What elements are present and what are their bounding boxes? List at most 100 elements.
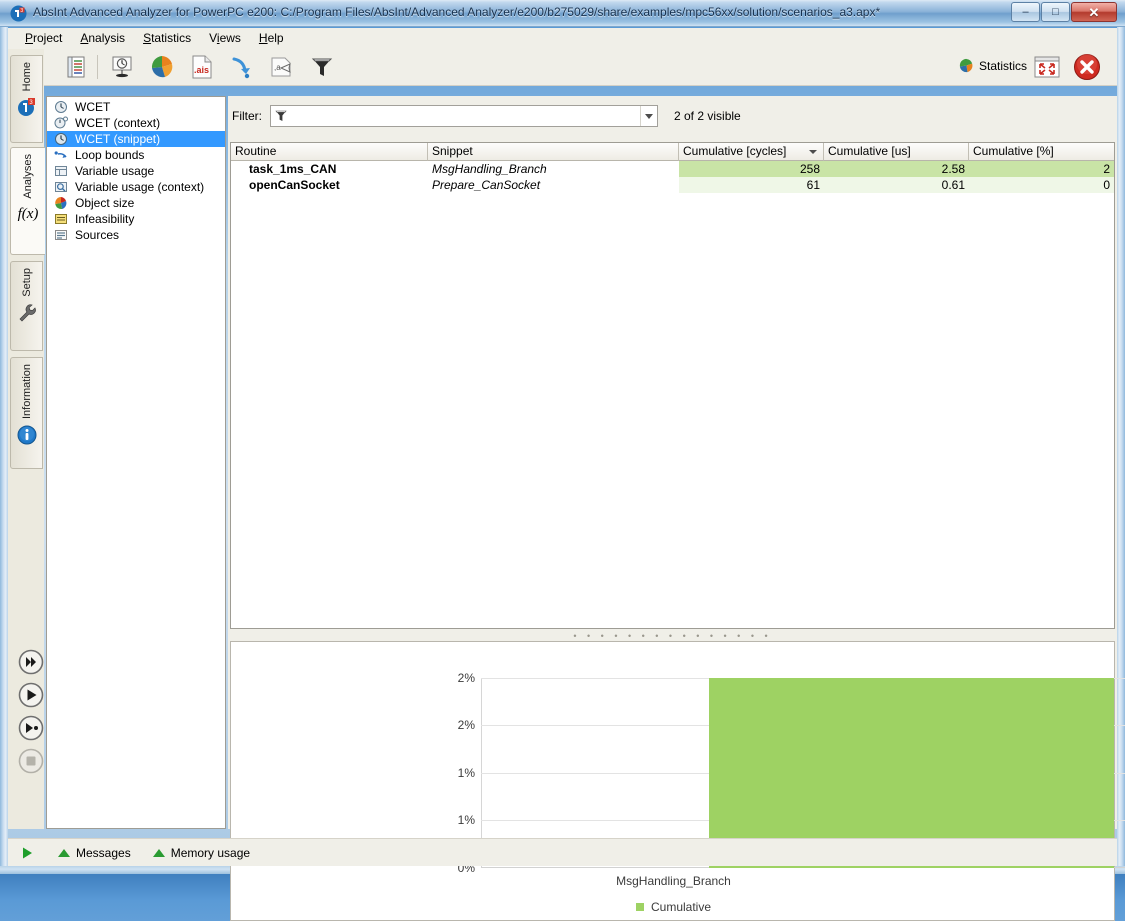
filter-input[interactable] xyxy=(291,107,640,125)
menu-analysis[interactable]: Analysis xyxy=(71,29,134,47)
cell-cumulative-us: 0.61 xyxy=(824,177,969,193)
main-content: Filter: 2 of 2 visible Routine Snippet C… xyxy=(228,96,1125,921)
window-frame-left xyxy=(0,0,8,874)
menu-project[interactable]: Project xyxy=(16,29,71,47)
visible-count-label: 2 of 2 visible xyxy=(674,109,741,123)
cell-cumulative-pct: 2 xyxy=(969,161,1114,177)
sidebar-item-infeasibility-label: Infeasibility xyxy=(75,212,135,226)
sidebar-item-variable-usage-context[interactable]: Variable usage (context) xyxy=(47,179,225,195)
column-header-cumulative-cycles[interactable]: Cumulative [cycles] xyxy=(679,143,824,161)
status-messages[interactable]: Messages xyxy=(58,846,131,860)
annotation-icon[interactable]: ,a xyxy=(266,51,298,83)
svg-text:,a: ,a xyxy=(274,63,281,72)
report-icon[interactable] xyxy=(60,51,92,83)
chart-legend: Cumulative xyxy=(231,900,1116,914)
filter-funnel-icon[interactable] xyxy=(306,51,338,83)
funnel-icon xyxy=(271,109,291,123)
window-controls: – □ ✕ xyxy=(1010,2,1117,22)
object-size-icon[interactable] xyxy=(146,51,178,83)
variable-usage-icon xyxy=(53,163,69,179)
column-header-cumulative-us[interactable]: Cumulative [us] xyxy=(824,143,969,161)
menu-views[interactable]: Views xyxy=(200,29,250,47)
chevron-down-icon[interactable] xyxy=(640,106,657,126)
menu-help[interactable]: Help xyxy=(250,29,293,47)
sidebar-tab-analyses[interactable]: Analyses f(x) xyxy=(10,147,45,255)
cell-routine: task_1ms_CAN xyxy=(249,162,337,176)
triangle-up-icon xyxy=(152,848,165,857)
clock-context-icon xyxy=(53,115,69,131)
toolbar: .ais ,a Statistics xyxy=(8,48,1117,86)
cell-cumulative-cycles: 258 xyxy=(679,161,824,177)
close-red-icon[interactable] xyxy=(1073,53,1101,81)
chart-ytick-label: 2% xyxy=(457,718,475,732)
status-bar: Messages Memory usage xyxy=(8,838,1117,866)
menu-help-label: elp xyxy=(267,31,284,45)
clock-icon xyxy=(53,99,69,115)
menu-statistics[interactable]: Statistics xyxy=(134,29,200,47)
run-green-icon[interactable] xyxy=(20,846,34,860)
application-window: 3 AbsInt Advanced Analyzer for PowerPC e… xyxy=(0,0,1125,921)
object-size-icon xyxy=(53,195,69,211)
column-header-cumulative-us-label: Cumulative [us] xyxy=(828,144,911,158)
chart-xtick-label: MsgHandling_Branch xyxy=(616,874,731,888)
ais-file-icon[interactable]: .ais xyxy=(186,51,218,83)
column-header-routine[interactable]: Routine xyxy=(231,143,428,161)
timing-analysis-icon[interactable] xyxy=(106,51,138,83)
menu-analysis-label: nalysis xyxy=(88,31,126,45)
sidebar-tab-setup-label: Setup xyxy=(20,268,33,297)
column-header-cumulative-pct[interactable]: Cumulative [%] xyxy=(969,143,1114,161)
statistics-toolbar-item[interactable]: Statistics xyxy=(959,58,1027,73)
sidebar-item-sources[interactable]: Sources xyxy=(47,227,225,243)
legend-label-cumulative: Cumulative xyxy=(650,900,712,914)
toolbar-separator xyxy=(97,55,98,79)
sidebar-tab-setup[interactable]: Setup xyxy=(10,261,43,351)
svg-text:.ais: .ais xyxy=(194,65,209,75)
filter-label: Filter: xyxy=(232,109,262,123)
absint-logo-icon: 3 xyxy=(10,5,27,22)
chart-ytick-label: 1% xyxy=(457,766,475,780)
svg-text:3: 3 xyxy=(20,8,23,14)
table-row[interactable]: openCanSocket Prepare_CanSocket 61 0.61 … xyxy=(231,177,1114,193)
absint-home-icon: 3 xyxy=(16,96,38,118)
infeasibility-icon xyxy=(53,211,69,227)
status-memory-usage[interactable]: Memory usage xyxy=(152,846,250,860)
sidebar-item-infeasibility[interactable]: Infeasibility xyxy=(47,211,225,227)
sidebar-item-wcet-context[interactable]: WCET (context) xyxy=(47,115,225,131)
cumulative-bar-chart: 2% 2% 1% 1% 0% MsgHandling_Branch Cumula… xyxy=(230,641,1125,921)
expand-window-icon[interactable] xyxy=(1034,55,1060,79)
panel-splitter[interactable]: • • • • • • • • • • • • • • • xyxy=(230,631,1115,641)
close-button[interactable]: ✕ xyxy=(1071,2,1117,22)
decoder-icon[interactable] xyxy=(226,51,258,83)
sources-icon xyxy=(53,227,69,243)
sidebar-item-wcet-snippet[interactable]: WCET (snippet) xyxy=(47,131,225,147)
stop-button[interactable] xyxy=(18,748,44,774)
sidebar-tab-home[interactable]: Home 3 xyxy=(10,55,43,143)
cell-snippet: MsgHandling_Branch xyxy=(432,162,547,176)
sidebar-item-object-size-label: Object size xyxy=(75,196,135,210)
playback-controls xyxy=(18,649,48,781)
sidebar-item-loop-bounds[interactable]: Loop bounds xyxy=(47,147,225,163)
info-icon xyxy=(16,424,38,446)
filter-combo[interactable] xyxy=(270,105,658,127)
sidebar-item-wcet[interactable]: WCET xyxy=(47,99,225,115)
filter-bar: Filter: 2 of 2 visible xyxy=(228,96,1117,136)
table-row[interactable]: task_1ms_CAN MsgHandling_Branch 258 2.58… xyxy=(231,161,1114,177)
chart-ytick-label: 2% xyxy=(457,671,475,685)
sidebar-item-variable-usage-label: Variable usage xyxy=(75,164,155,178)
step-button[interactable] xyxy=(18,715,44,741)
sidebar-item-sources-label: Sources xyxy=(75,228,120,242)
column-header-snippet[interactable]: Snippet xyxy=(428,143,679,161)
menu-bar: Project Analysis Statistics Views Help xyxy=(8,28,1117,48)
column-header-snippet-label: Snippet xyxy=(432,144,473,158)
maximize-button[interactable]: □ xyxy=(1041,2,1070,22)
sidebar-tab-information[interactable]: Information xyxy=(10,357,43,469)
chart-ytick-label: 1% xyxy=(457,813,475,827)
run-button[interactable] xyxy=(18,682,44,708)
sidebar-item-wcet-snippet-label: WCET (snippet) xyxy=(75,132,161,146)
sidebar-item-variable-usage[interactable]: Variable usage xyxy=(47,163,225,179)
sidebar-item-object-size[interactable]: Object size xyxy=(47,195,225,211)
clock-snippet-icon xyxy=(53,131,69,147)
run-all-button[interactable] xyxy=(18,649,44,675)
minimize-button[interactable]: – xyxy=(1011,2,1040,22)
cell-cumulative-pct: 0 xyxy=(969,177,1114,193)
